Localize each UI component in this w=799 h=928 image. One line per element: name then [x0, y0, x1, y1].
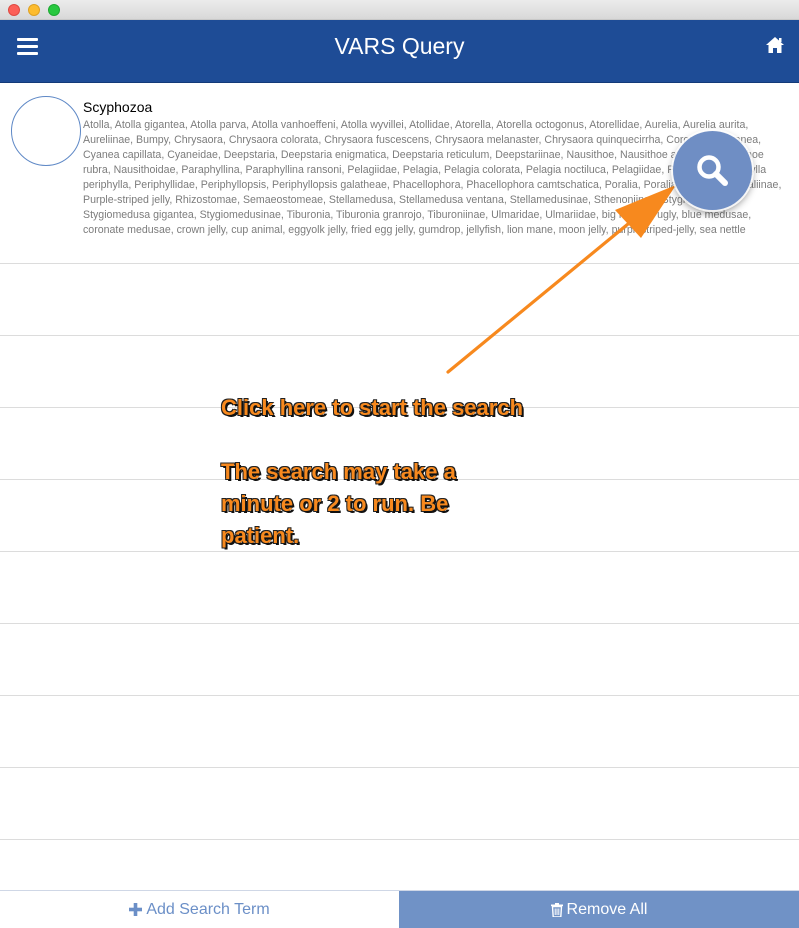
list-item	[0, 768, 799, 840]
trash-icon	[550, 902, 563, 917]
plus-icon	[129, 903, 143, 916]
remove-all-button[interactable]: Remove All	[399, 891, 799, 928]
window-maximize-button[interactable]	[48, 4, 60, 16]
search-button[interactable]	[673, 131, 752, 210]
app-header: VARS Query	[0, 20, 799, 83]
list-item	[0, 696, 799, 768]
list-item	[0, 552, 799, 624]
annotation-text-patience: The search may take a minute or 2 to run…	[221, 459, 456, 548]
window-close-button[interactable]	[8, 4, 20, 16]
annotation-text-start: Click here to start the search	[221, 395, 524, 420]
remove-all-label: Remove All	[566, 900, 648, 918]
list-item	[0, 264, 799, 336]
window-titlebar	[0, 0, 799, 20]
list-item-title: Scyphozoa	[83, 99, 153, 115]
footer-toolbar: Add Search Term Remove All	[0, 890, 799, 928]
magnifier-icon	[697, 155, 728, 186]
add-search-term-label: Add Search Term	[146, 900, 270, 918]
home-icon[interactable]	[765, 36, 785, 54]
app-title: VARS Query	[334, 33, 465, 59]
window-minimize-button[interactable]	[28, 4, 40, 16]
list-item	[0, 624, 799, 696]
add-search-term-button[interactable]: Add Search Term	[0, 891, 399, 928]
avatar	[11, 96, 81, 166]
